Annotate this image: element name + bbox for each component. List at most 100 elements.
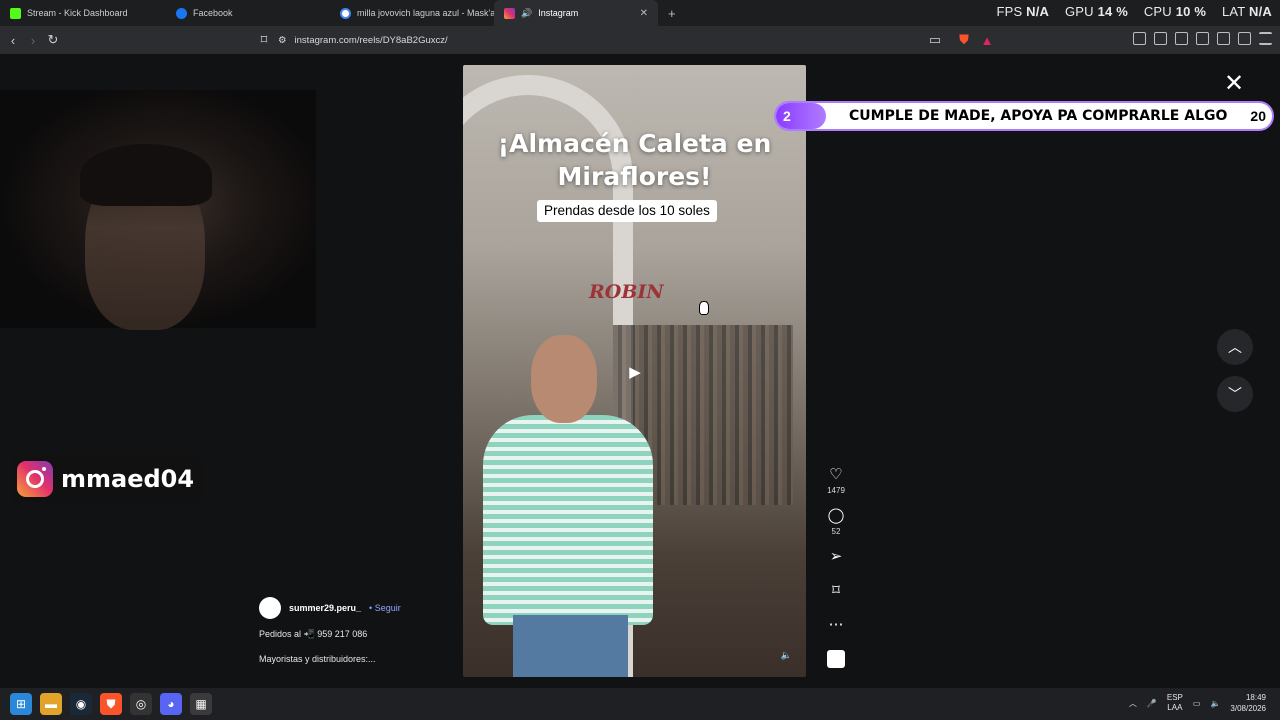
comment-icon[interactable]: ◯ [828, 507, 845, 525]
tab-facebook[interactable]: Facebook [166, 0, 330, 26]
tab-label: milla jovovich laguna azul - Mask'ana [357, 8, 494, 18]
extensions-icon[interactable] [1133, 32, 1146, 45]
save-action[interactable]: ⌑ [832, 582, 840, 600]
back-icon[interactable]: ‹ [3, 30, 23, 50]
tab-instagram[interactable]: 🔊 Instagram ✕ [494, 0, 658, 26]
share-action[interactable]: ➢ [830, 548, 843, 566]
toolbar-buttons [1133, 32, 1272, 45]
reel-title-line1: ¡Almacén Caleta en [497, 129, 772, 158]
caption-line2[interactable]: Mayoristas y distribuidores:... [259, 654, 459, 664]
clock-date: 3/08/2026 [1230, 704, 1266, 713]
new-tab-button[interactable]: + [658, 6, 686, 21]
bookmark-icon[interactable]: ⌑ [254, 30, 274, 50]
brave-shield-icon[interactable]: ⛊ [954, 30, 974, 50]
close-icon[interactable]: ✕ [1224, 72, 1244, 96]
clock[interactable]: 18:49 3/08/2026 [1230, 692, 1266, 714]
microphone-icon[interactable]: 🎤 [1147, 699, 1157, 708]
performance-overlay: FPS N/A GPU 14 % CPU 10 % LAT N/A [996, 4, 1272, 19]
fps-value: N/A [1026, 4, 1050, 19]
comment-action[interactable]: ◯ 52 [828, 507, 845, 536]
cpu-value: 10 % [1175, 4, 1207, 19]
instagram-reels-page: mmaed04 ROBIN ¡Almacén Caleta en Miraflo… [0, 54, 1280, 688]
calculator-icon[interactable]: ▦ [190, 693, 212, 715]
lat-value: N/A [1249, 4, 1272, 19]
steam-icon[interactable]: ◉ [70, 693, 92, 715]
caption-username[interactable]: summer29.peru_ [289, 603, 361, 613]
fps-label: FPS [996, 4, 1023, 19]
reload-icon[interactable]: ↻ [43, 30, 63, 50]
reel-caption: summer29.peru_ • Seguir Pedidos al 📲 959… [259, 597, 459, 664]
more-icon[interactable]: ⋯ [829, 616, 844, 634]
striped-shirt [483, 415, 653, 625]
like-action[interactable]: ♡ 1479 [827, 466, 845, 495]
banner-left-number: 2 [776, 103, 826, 129]
address-bar: ‹ › ↻ ⌑ ⚙ instagram.com/reels/DY8aB2Guxc… [0, 26, 1280, 54]
man-head [531, 335, 597, 423]
brave-browser-icon[interactable]: ⛊ [100, 693, 122, 715]
heart-icon[interactable]: ♡ [829, 466, 842, 484]
windows-start-icon[interactable]: ⊞ [10, 693, 32, 715]
tab-label: Facebook [193, 8, 233, 18]
reel-subtitle: Prendas desde los 10 soles [537, 200, 717, 222]
tab-google-search[interactable]: milla jovovich laguna azul - Mask'ana [330, 0, 494, 26]
stream-goal-banner: 2 CUMPLE DE MADE, APOYA PA COMPRARLE ALG… [774, 101, 1274, 131]
volume-icon[interactable]: 🔈 [781, 650, 792, 661]
site-info-icon[interactable]: ⚙ [278, 35, 287, 46]
previous-reel-button[interactable]: ︿ [1217, 329, 1253, 365]
volume-tray-icon[interactable]: 🔈 [1210, 699, 1220, 708]
clock-time: 18:49 [1245, 693, 1266, 702]
avatar[interactable] [259, 597, 281, 619]
kick-icon [10, 7, 21, 19]
google-icon [340, 7, 351, 19]
instagram-handle-text: mmaed04 [61, 465, 195, 493]
cpu-label: CPU [1143, 4, 1172, 19]
streamer-hair [80, 144, 212, 206]
follow-link[interactable]: • Seguir [369, 603, 401, 613]
close-tab-icon[interactable]: ✕ [640, 8, 648, 19]
gpu-value: 14 % [1097, 4, 1128, 19]
banner-right-number: 20 [1250, 108, 1266, 124]
url-text: instagram.com/reels/DY8aB2Guxcz/ [294, 34, 448, 46]
wallet-icon[interactable] [1196, 32, 1209, 45]
obs-icon[interactable]: ◎ [130, 693, 152, 715]
brave-rewards-icon[interactable]: ▲ [977, 30, 997, 50]
banner-text: CUMPLE DE MADE, APOYA PA COMPRARLE ALGO [849, 108, 1228, 124]
more-action[interactable]: ⋯ [829, 616, 844, 634]
audio-avatar[interactable] [827, 650, 845, 668]
file-explorer-icon[interactable]: ▬ [40, 693, 62, 715]
url-field[interactable]: ⚙ instagram.com/reels/DY8aB2Guxcz/ [278, 30, 1000, 50]
forward-icon[interactable]: › [23, 30, 43, 50]
share-icon[interactable]: ➢ [830, 548, 843, 566]
language-line2: LAA [1167, 703, 1183, 712]
mouse-cursor-icon [699, 301, 709, 315]
jeans [513, 615, 628, 677]
system-tray: ︿ 🎤 ESP LAA ▭ 🔈 18:49 3/08/2026 [1129, 692, 1266, 714]
speaker-icon[interactable]: 🔊 [521, 8, 532, 19]
menu-icon[interactable] [1259, 32, 1272, 45]
caption-user-row: summer29.peru_ • Seguir [259, 597, 459, 619]
vpn-icon[interactable] [1238, 32, 1251, 45]
reel-video[interactable]: ROBIN ¡Almacén Caleta en Miraflores! Pre… [463, 65, 806, 677]
tab-kick-dashboard[interactable]: Stream - Kick Dashboard [0, 0, 166, 26]
discord-icon[interactable]: ◕ [160, 693, 182, 715]
caption-line1: Pedidos al 📲 959 217 086 [259, 629, 368, 639]
cast-icon[interactable]: ▭ [925, 30, 945, 50]
like-count: 1479 [827, 486, 845, 495]
language-indicator[interactable]: ESP LAA [1167, 693, 1183, 713]
webcam-overlay [0, 90, 316, 330]
media-icon[interactable] [1154, 32, 1167, 45]
language-line1: ESP [1166, 693, 1183, 702]
tab-label: Stream - Kick Dashboard [27, 8, 128, 18]
next-reel-button[interactable]: ﹀ [1217, 376, 1253, 412]
leo-ai-icon[interactable] [1217, 32, 1230, 45]
screen: Stream - Kick Dashboard Facebook milla j… [0, 0, 1280, 720]
instagram-logo-icon [17, 461, 53, 497]
play-icon[interactable]: ▶ [613, 355, 657, 389]
sidebar-icon[interactable] [1175, 32, 1188, 45]
bookmark-save-icon[interactable]: ⌑ [832, 582, 840, 600]
network-icon[interactable]: ▭ [1193, 699, 1201, 708]
comment-count: 52 [831, 527, 841, 536]
tray-chevron-icon[interactable]: ︿ [1129, 698, 1137, 709]
store-brand-sign: ROBIN [589, 281, 664, 303]
reel-title-line2: Miraflores! [557, 162, 712, 191]
